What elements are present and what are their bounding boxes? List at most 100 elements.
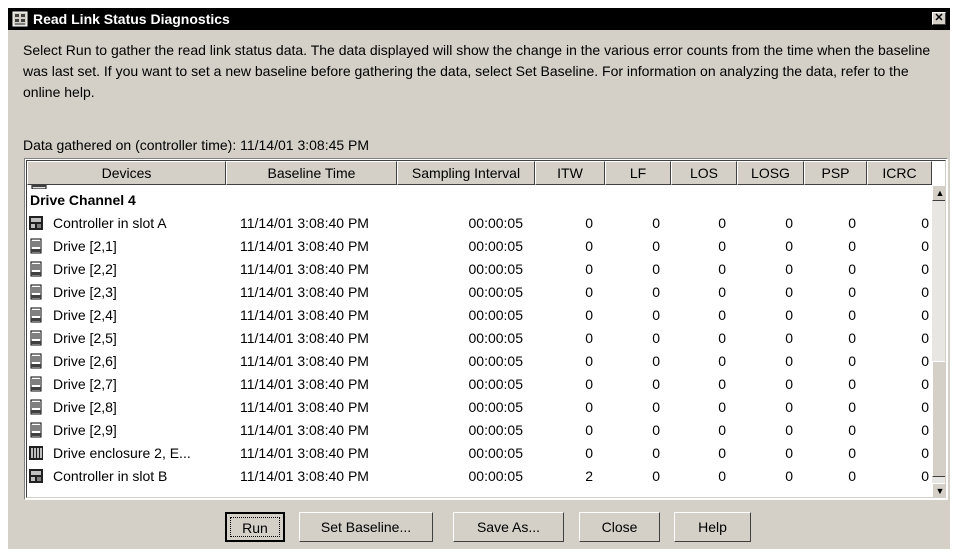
cell-losg: 0 [785, 376, 793, 392]
cell-icrc: 0 [921, 307, 929, 323]
close-icon: ✕ [934, 12, 944, 24]
cell-icrc: 0 [921, 353, 929, 369]
cell-icrc: 0 [921, 238, 929, 254]
cell-itw: 0 [585, 307, 593, 323]
table-row[interactable]: Controller in slot B 11/14/01 3:08:40 PM 0… [27, 465, 932, 488]
column-header-sampling-interval[interactable]: Sampling Interval [397, 161, 535, 185]
arrow-down-icon: ▼ [935, 486, 945, 496]
column-header-itw[interactable]: ITW [535, 161, 605, 185]
save-as-button[interactable]: Save As... [453, 512, 564, 542]
device-name: Drive [2,2] [53, 261, 117, 277]
cell-losg: 0 [785, 445, 793, 461]
cell-time: 11/14/01 3:08:40 PM [240, 238, 369, 254]
cell-lf: 0 [652, 330, 660, 346]
cell-icrc: 0 [921, 422, 929, 438]
device-name: Drive [2,8] [53, 399, 117, 415]
column-header-icrc[interactable]: ICRC [867, 161, 932, 185]
device-name: Drive [2,3] [53, 284, 117, 300]
cell-psp: 0 [848, 376, 856, 392]
cell-losg: 0 [785, 330, 793, 346]
table-row[interactable]: Drive [2,5] 11/14/01 3:08:40 PM 00:00:05 0 0… [27, 327, 932, 350]
cell-icrc: 0 [921, 330, 929, 346]
set-baseline-button[interactable]: Set Baseline... [299, 512, 433, 542]
cell-icrc: 0 [921, 261, 929, 277]
cell-psp: 0 [848, 399, 856, 415]
close-window-button[interactable]: ✕ [932, 12, 946, 25]
cell-lf: 0 [652, 353, 660, 369]
cell-psp: 0 [848, 261, 856, 277]
cell-losg: 0 [785, 238, 793, 254]
device-name: Drive [2,9] [53, 422, 117, 438]
column-header-lf[interactable]: LF [605, 161, 671, 185]
cell-time: 11/14/01 3:08:40 PM [240, 376, 369, 392]
cell-itw: 0 [585, 215, 593, 231]
table-row[interactable]: Drive [2,2] 11/14/01 3:08:40 PM 00:00:05 0 0… [27, 258, 932, 281]
cell-los: 0 [718, 422, 726, 438]
table-row[interactable]: Drive [2,9] 11/14/01 3:08:40 PM 00:00:05 0 0… [27, 419, 932, 442]
arrow-up-icon: ▲ [935, 188, 945, 198]
drive-icon [30, 307, 42, 323]
vertical-scrollbar[interactable]: ▲ ▼ [932, 185, 945, 497]
scroll-up-button[interactable]: ▲ [932, 185, 945, 201]
cell-time: 11/14/01 3:08:40 PM [240, 468, 369, 484]
cell-lf: 0 [652, 468, 660, 484]
cell-itw: 0 [585, 422, 593, 438]
cell-itw: 0 [585, 445, 593, 461]
cell-icrc: 0 [921, 376, 929, 392]
cell-psp: 0 [848, 353, 856, 369]
cell-los: 0 [718, 399, 726, 415]
cell-itw: 0 [585, 284, 593, 300]
controller-icon [29, 216, 43, 230]
cell-psp: 0 [848, 238, 856, 254]
cell-losg: 0 [785, 468, 793, 484]
table-row[interactable]: Drive [2,3] 11/14/01 3:08:40 PM 00:00:05 0 0… [27, 281, 932, 304]
cell-interval: 00:00:05 [468, 445, 524, 461]
device-name: Drive [2,1] [53, 238, 117, 254]
cell-time: 11/14/01 3:08:40 PM [240, 261, 369, 277]
cell-itw: 0 [585, 353, 593, 369]
cell-time: 11/14/01 3:08:40 PM [240, 284, 369, 300]
scroll-thumb[interactable] [932, 361, 945, 477]
help-button[interactable]: Help [674, 512, 751, 542]
table-row[interactable]: Drive [2,7] 11/14/01 3:08:40 PM 00:00:05 0 0… [27, 373, 932, 396]
drive-icon [30, 330, 42, 346]
device-name: Controller in slot A [53, 215, 167, 231]
table-row[interactable]: Controller in slot A 11/14/01 3:08:40 PM 0… [27, 212, 932, 235]
cell-psp: 0 [848, 422, 856, 438]
column-header-psp[interactable]: PSP [804, 161, 867, 185]
cell-lf: 0 [652, 215, 660, 231]
cell-lf: 0 [652, 307, 660, 323]
device-name: Drive [2,4] [53, 307, 117, 323]
cell-lf: 0 [652, 399, 660, 415]
column-header-baseline-time[interactable]: Baseline Time [226, 161, 397, 185]
column-header-devices[interactable]: Devices [27, 161, 226, 185]
cell-lf: 0 [652, 445, 660, 461]
cell-itw: 0 [585, 399, 593, 415]
scroll-down-button[interactable]: ▼ [932, 483, 945, 497]
group-row-drive-channel[interactable]: Drive Channel 4 [27, 189, 932, 212]
table-row[interactable]: Drive [2,4] 11/14/01 3:08:40 PM 00:00:05 0 0… [27, 304, 932, 327]
drive-icon [30, 238, 42, 254]
close-button[interactable]: Close [579, 512, 660, 542]
column-header-losg[interactable]: LOSG [737, 161, 804, 185]
cell-los: 0 [718, 353, 726, 369]
column-header-los[interactable]: LOS [671, 161, 737, 185]
data-gathered-label: Data gathered on (controller time): 11/1… [23, 137, 370, 153]
link-status-table: Devices Baseline Time Sampling Interval … [24, 158, 948, 500]
table-row[interactable]: Drive enclosure 2, E... 11/14/01 3:08:40 … [27, 442, 932, 465]
cell-icrc: 0 [921, 284, 929, 300]
cell-lf: 0 [652, 238, 660, 254]
table-row[interactable]: Drive [2,8] 11/14/01 3:08:40 PM 00:00:05 0 0… [27, 396, 932, 419]
cell-lf: 0 [652, 261, 660, 277]
run-button[interactable]: Run [225, 512, 285, 542]
cell-itw: 0 [585, 261, 593, 277]
cell-interval: 00:00:05 [468, 422, 524, 438]
drive-icon [30, 376, 42, 392]
cell-los: 0 [718, 215, 726, 231]
cell-icrc: 0 [921, 215, 929, 231]
table-row[interactable]: Drive [2,1] 11/14/01 3:08:40 PM 00:00:05 0 0… [27, 235, 932, 258]
cell-los: 0 [718, 284, 726, 300]
table-row[interactable]: Drive [2,6] 11/14/01 3:08:40 PM 00:00:05 0 0… [27, 350, 932, 373]
cell-losg: 0 [785, 307, 793, 323]
cell-los: 0 [718, 468, 726, 484]
